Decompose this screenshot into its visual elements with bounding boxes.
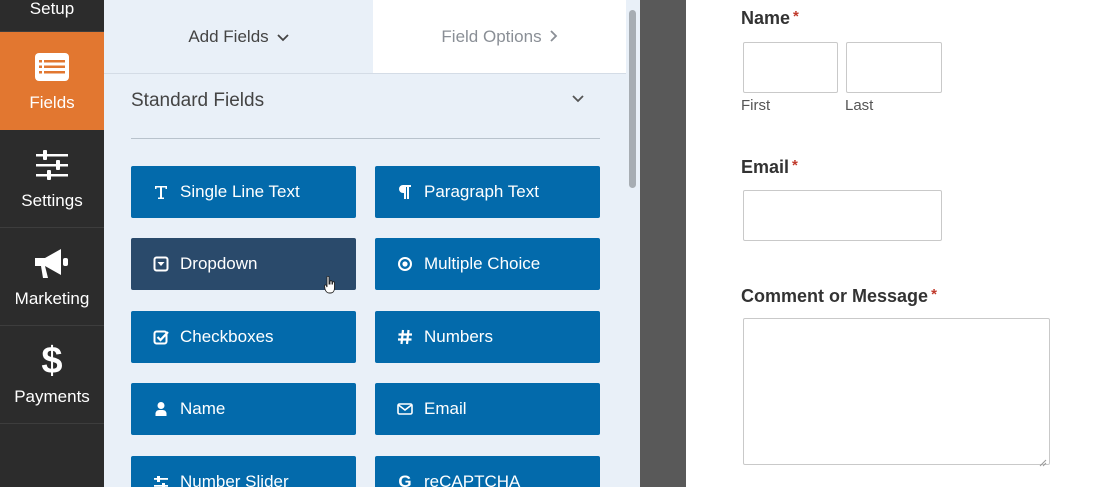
field-label-text: Comment or Message bbox=[741, 286, 929, 306]
add-field-checkboxes[interactable]: Checkboxes bbox=[131, 311, 356, 363]
required-mark: * bbox=[931, 286, 937, 303]
nav-item-marketing[interactable]: Marketing bbox=[0, 228, 104, 326]
user-icon bbox=[153, 401, 169, 417]
nav-item-label: Marketing bbox=[14, 289, 90, 308]
add-field-email[interactable]: Email bbox=[375, 383, 600, 435]
add-field-recaptcha[interactable]: G reCAPTCHA bbox=[375, 456, 600, 487]
add-field-name[interactable]: Name bbox=[131, 383, 356, 435]
panel-scrollbar[interactable] bbox=[629, 10, 636, 188]
chevron-down-icon[interactable] bbox=[567, 88, 589, 110]
add-field-dropdown[interactable]: Dropdown bbox=[131, 238, 356, 290]
field-label: Multiple Choice bbox=[424, 254, 541, 273]
tab-label: Add Fields bbox=[188, 26, 269, 46]
text-icon bbox=[153, 184, 169, 200]
fields-icon bbox=[0, 50, 104, 84]
field-label: Checkboxes bbox=[180, 327, 274, 346]
chevron-right-icon bbox=[549, 29, 558, 45]
required-mark: * bbox=[792, 157, 798, 174]
envelope-icon bbox=[397, 401, 413, 417]
tab-label: Field Options bbox=[441, 26, 542, 46]
form-preview: Name * First Last Email * Comment or Messa… bbox=[686, 0, 1116, 487]
field-label: reCAPTCHA bbox=[424, 472, 521, 487]
nav-item-label: Fields bbox=[29, 93, 75, 112]
required-mark: * bbox=[793, 8, 799, 25]
name-last-input[interactable] bbox=[846, 42, 942, 93]
field-label-text: Name bbox=[741, 8, 791, 28]
radio-icon bbox=[397, 256, 413, 272]
section-divider bbox=[131, 138, 600, 139]
google-icon: G bbox=[398, 472, 412, 487]
slider-icon bbox=[153, 474, 169, 487]
nav-item-label: Setup bbox=[29, 0, 75, 18]
builder-sidebar: Setup Fields Settings Marketing $ Paymen… bbox=[0, 0, 104, 487]
panel-tabs: Add Fields Field Options bbox=[104, 0, 640, 74]
comment-field-label: Comment or Message * bbox=[741, 286, 937, 307]
hash-icon bbox=[397, 329, 413, 345]
email-field-label: Email * bbox=[741, 157, 798, 178]
add-field-number-slider[interactable]: Number Slider bbox=[131, 456, 356, 487]
name-field-label: Name * bbox=[741, 8, 799, 29]
paragraph-icon bbox=[397, 184, 413, 200]
chevron-down-icon bbox=[277, 29, 289, 45]
add-field-single-line-text[interactable]: Single Line Text bbox=[131, 166, 356, 218]
nav-item-setup[interactable]: Setup bbox=[0, 0, 104, 32]
field-label: Dropdown bbox=[180, 254, 258, 273]
field-label: Single Line Text bbox=[180, 182, 300, 201]
name-first-sublabel: First bbox=[741, 97, 771, 114]
nav-item-label: Payments bbox=[14, 387, 90, 406]
add-field-numbers[interactable]: Numbers bbox=[375, 311, 600, 363]
resize-handle-icon[interactable] bbox=[1039, 454, 1047, 467]
megaphone-icon bbox=[0, 246, 104, 280]
sliders-icon bbox=[0, 148, 104, 182]
fields-panel: Add Fields Field Options Standard Fields… bbox=[104, 0, 640, 487]
field-label: Name bbox=[180, 399, 226, 418]
dollar-icon: $ bbox=[41, 339, 63, 382]
field-label: Numbers bbox=[424, 327, 493, 346]
dropdown-icon bbox=[153, 256, 169, 272]
add-field-paragraph-text[interactable]: Paragraph Text bbox=[375, 166, 600, 218]
field-label-text: Email bbox=[741, 157, 790, 177]
email-input[interactable] bbox=[743, 190, 942, 241]
tab-field-options[interactable]: Field Options bbox=[373, 0, 626, 74]
nav-item-payments[interactable]: $ Payments bbox=[0, 326, 104, 424]
section-title: Standard Fields bbox=[131, 90, 265, 111]
tab-add-fields[interactable]: Add Fields bbox=[104, 0, 373, 74]
checkbox-icon bbox=[153, 329, 169, 345]
name-last-sublabel: Last bbox=[845, 97, 874, 114]
nav-item-fields[interactable]: Fields bbox=[0, 32, 104, 130]
comment-textarea[interactable] bbox=[743, 318, 1050, 467]
nav-item-settings[interactable]: Settings bbox=[0, 130, 104, 228]
name-first-input[interactable] bbox=[743, 42, 838, 93]
add-field-multiple-choice[interactable]: Multiple Choice bbox=[375, 238, 600, 290]
field-label: Number Slider bbox=[180, 472, 289, 487]
field-label: Paragraph Text bbox=[424, 182, 539, 201]
nav-item-label: Settings bbox=[21, 191, 83, 210]
field-label: Email bbox=[424, 399, 467, 418]
